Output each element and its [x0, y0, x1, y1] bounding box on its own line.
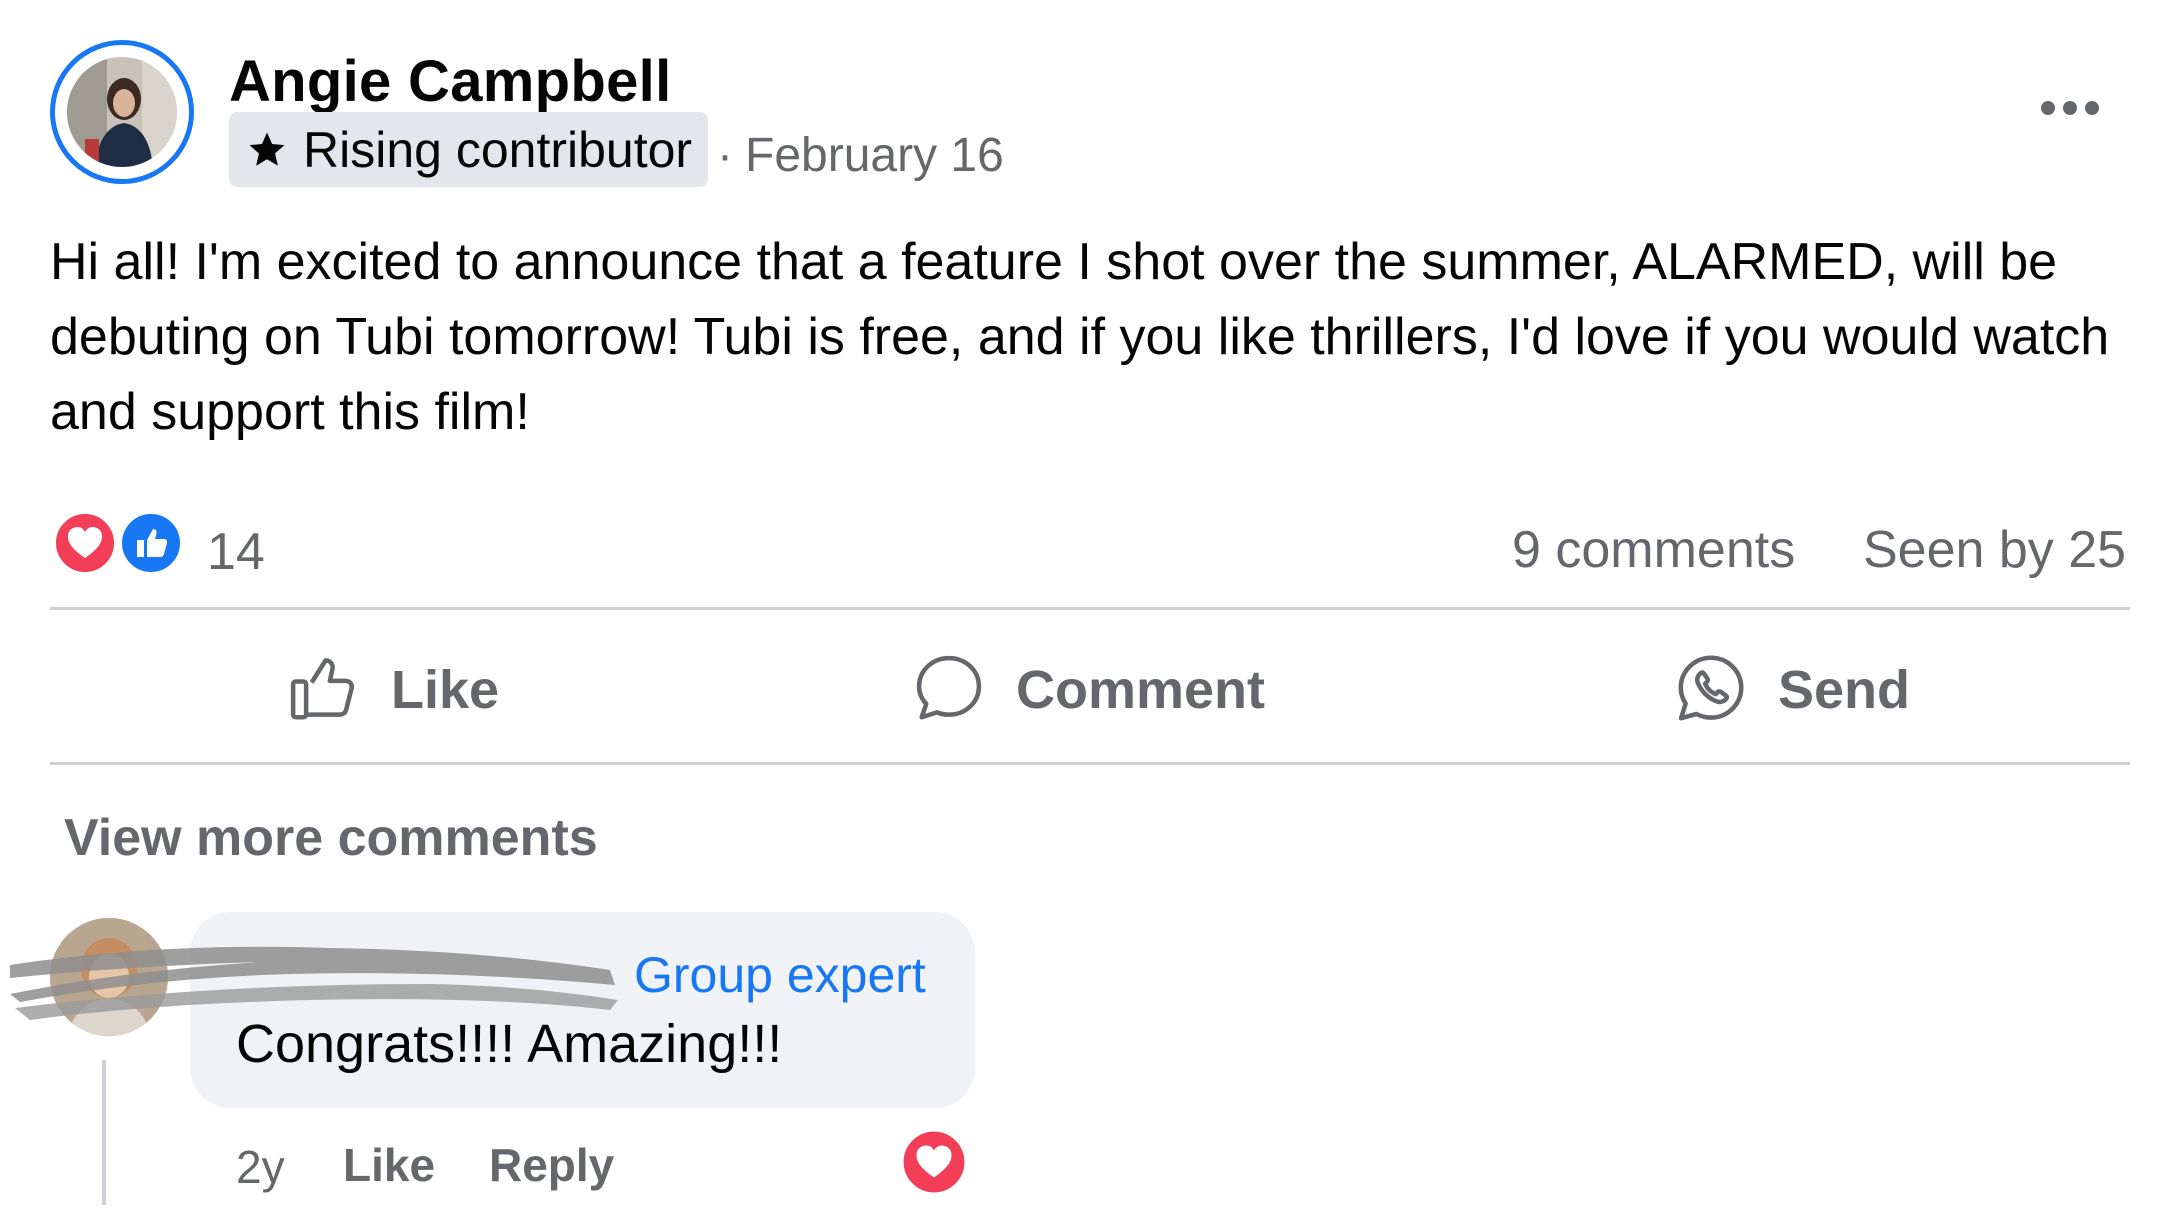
author-avatar[interactable]: [50, 40, 194, 184]
commenter-name-redacted: [10, 930, 620, 1020]
more-options-button[interactable]: [2035, 88, 2105, 128]
post-date[interactable]: February 16: [745, 128, 1004, 183]
reaction-count[interactable]: 14: [207, 522, 265, 582]
comment-thread-line: [102, 1060, 106, 1205]
divider-top: [50, 607, 2130, 610]
whatsapp-icon: [1672, 649, 1750, 732]
badge-label: Rising contributor: [303, 121, 693, 178]
thumbs-up-icon: [285, 649, 363, 732]
divider-bottom: [50, 762, 2130, 765]
contributor-badge[interactable]: Rising contributor: [229, 112, 709, 187]
love-icon[interactable]: [900, 1128, 968, 1196]
date-separator: ·: [717, 129, 733, 182]
send-button[interactable]: Send: [1672, 620, 1910, 760]
seen-by-count[interactable]: Seen by 25: [1863, 520, 2126, 580]
like-button[interactable]: Like: [285, 620, 499, 760]
dot-icon: [2085, 101, 2099, 115]
dot-icon: [2063, 101, 2077, 115]
send-label: Send: [1778, 660, 1911, 720]
author-photo: [67, 57, 177, 167]
post-text: Hi all! I'm excited to announce that a f…: [50, 233, 2110, 441]
comments-count[interactable]: 9 comments: [1512, 520, 1795, 580]
comment-button[interactable]: Comment: [910, 620, 1265, 760]
like-label: Like: [391, 660, 500, 720]
dot-icon: [2041, 101, 2055, 115]
view-more-comments-link[interactable]: View more comments: [64, 808, 598, 868]
comment-reply-link[interactable]: Reply: [489, 1138, 614, 1192]
star-icon: [245, 128, 289, 172]
comment-bubble-icon: [910, 649, 988, 732]
comment-timestamp[interactable]: 2y: [236, 1140, 285, 1194]
comment-like-link[interactable]: Like: [343, 1138, 435, 1192]
group-expert-badge[interactable]: Group expert: [634, 946, 926, 1004]
comment-text: Congrats!!!! Amazing!!!: [236, 1014, 783, 1074]
like-icon[interactable]: [118, 510, 184, 576]
love-icon[interactable]: [52, 510, 118, 576]
comment-label: Comment: [1016, 660, 1266, 720]
author-name[interactable]: Angie Campbell: [229, 48, 672, 115]
